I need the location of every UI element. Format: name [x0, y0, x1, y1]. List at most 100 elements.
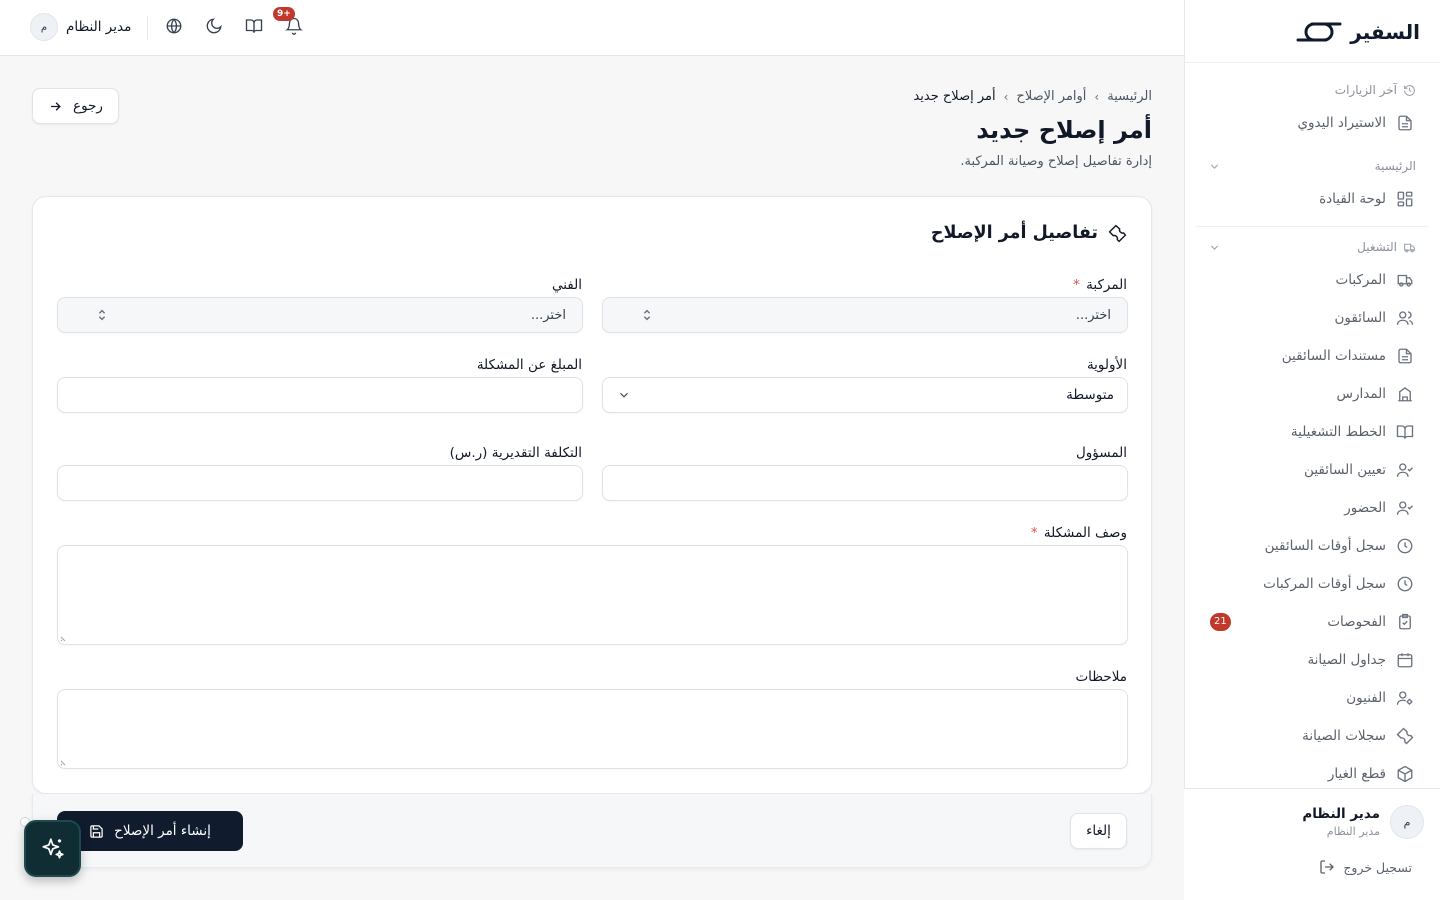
moon-icon[interactable]	[205, 17, 223, 35]
sidebar-item-schools[interactable]: المدارس	[1196, 375, 1428, 413]
recent-visits-label: آخر الزيارات	[1196, 76, 1428, 104]
clock-icon	[1397, 576, 1413, 592]
topbar-divider	[147, 16, 148, 40]
required-mark: *	[1073, 277, 1080, 293]
repair-order-form-card: تفاصيل أمر الإصلاح المركبة * اختر... الف…	[32, 196, 1152, 794]
inspections-count-badge: 21	[1210, 613, 1231, 631]
topbar-user-menu[interactable]: مدير النظام م	[30, 13, 131, 41]
sidebar-item-maintenance-records[interactable]: سجلات الصيانة	[1196, 717, 1428, 755]
vehicle-select[interactable]: اختر...	[602, 297, 1128, 333]
package-icon	[1397, 765, 1413, 783]
globe-icon[interactable]	[165, 17, 183, 35]
group-main-label[interactable]: الرئيسية	[1196, 152, 1428, 180]
calendar-icon	[1397, 653, 1413, 668]
chevron-down-icon	[1210, 163, 1219, 169]
vehicle-label: المركبة *	[1073, 277, 1127, 293]
sidebar-footer: م مدير النظام مدير النظام تسجيل خروج	[1184, 788, 1440, 900]
logout-button[interactable]: تسجيل خروج	[1319, 859, 1412, 875]
cancel-button[interactable]: إلغاء	[1070, 813, 1127, 849]
breadcrumb-repair-orders[interactable]: أوامر الإصلاح	[1016, 89, 1086, 104]
clipboard-check-icon	[1399, 613, 1411, 630]
users-icon	[1396, 311, 1414, 325]
chevron-down-icon	[620, 392, 628, 398]
truck-icon	[1397, 274, 1413, 287]
sidebar-item-attendance[interactable]: الحضور	[1196, 489, 1428, 527]
resize-handle-icon[interactable]	[60, 758, 68, 766]
topbar: مدير النظام م +9	[0, 0, 1184, 56]
building-icon	[1398, 387, 1412, 402]
sidebar-item-dashboard[interactable]: لوحة القيادة	[1196, 180, 1428, 218]
assignee-label: المسؤول	[1075, 445, 1127, 461]
estimated-cost-label: التكلفة التقديرية (ر.س)	[449, 445, 582, 461]
ai-assistant-button[interactable]	[24, 820, 81, 877]
sidebar-item-spare-parts[interactable]: قطع الغيار	[1196, 755, 1428, 788]
description-label: وصف المشكلة *	[1030, 525, 1127, 541]
chevron-left-icon: ›	[1094, 89, 1100, 104]
chevron-left-icon: ›	[1003, 89, 1009, 104]
form-section-title: تفاصيل أمر الإصلاح	[931, 223, 1127, 243]
sidebar-item-driver-time-log[interactable]: سجل أوقات السائقين	[1196, 527, 1428, 565]
user-check-icon	[1396, 463, 1413, 477]
user-cog-icon	[1396, 691, 1413, 705]
brand-mark-icon	[1296, 22, 1342, 42]
page-subtitle: إدارة تفاصيل إصلاح وصيانة المركبة.	[960, 154, 1152, 169]
layout-grid-icon	[1397, 191, 1413, 207]
sidebar-divider	[1184, 62, 1440, 63]
resize-handle-icon[interactable]	[60, 634, 68, 642]
brand-name: السفير	[1350, 20, 1420, 44]
technician-label: الفني	[551, 277, 582, 293]
notifications-badge: +9	[273, 7, 295, 21]
page-title: أمر إصلاح جديد	[976, 116, 1152, 144]
user-role: مدير النظام	[1326, 825, 1380, 838]
avatar: م	[30, 13, 58, 41]
sidebar-item-drivers[interactable]: السائقون	[1196, 299, 1428, 337]
avatar: م	[1390, 805, 1424, 839]
notes-label: ملاحظات	[1075, 669, 1127, 685]
log-out-icon	[1320, 860, 1335, 874]
required-mark: *	[1030, 525, 1038, 541]
sidebar-item-inspections[interactable]: الفحوصات 21	[1196, 603, 1428, 641]
topbar-user-name: مدير النظام	[66, 19, 132, 35]
clock-icon	[1397, 538, 1413, 554]
reporter-label: المبلغ عن المشكلة	[476, 357, 582, 373]
create-repair-order-button[interactable]: إنشاء أمر الإصلاح	[57, 811, 243, 851]
reporter-input[interactable]	[57, 377, 583, 413]
sidebar-user-profile[interactable]: م مدير النظام مدير النظام	[1302, 805, 1424, 839]
file-text-icon	[1398, 115, 1412, 131]
group-operations-label[interactable]: التشغيل	[1196, 233, 1428, 261]
arrow-right-icon	[51, 101, 61, 111]
sidebar-nav: آخر الزيارات الاستيراد اليدوي الرئيسية ل…	[1196, 76, 1428, 788]
technician-select[interactable]: اختر...	[57, 297, 583, 333]
sparkles-icon	[41, 837, 64, 859]
history-icon	[1404, 84, 1415, 96]
sidebar-item-vehicles[interactable]: المركبات	[1196, 261, 1428, 299]
wrench-icon	[1108, 224, 1127, 242]
sidebar-item-technicians[interactable]: الفنيون	[1196, 679, 1428, 717]
breadcrumb-home[interactable]: الرئيسية	[1107, 89, 1152, 104]
sidebar-item-manual-import[interactable]: الاستيراد اليدوي	[1196, 104, 1428, 142]
user-name: مدير النظام	[1302, 806, 1380, 822]
estimated-cost-input[interactable]	[57, 465, 583, 501]
sidebar-item-driver-documents[interactable]: مستندات السائقين	[1196, 337, 1428, 375]
breadcrumb: الرئيسية › أوامر الإصلاح › أمر إصلاح جدي…	[913, 89, 1152, 104]
wrench-icon	[1396, 727, 1414, 745]
book-open-icon	[1396, 425, 1414, 439]
sidebar: السفير آخر الزيارات الاستيراد اليدوي الر…	[1184, 0, 1440, 900]
brand-logo[interactable]: السفير	[1296, 14, 1420, 50]
sidebar-item-operational-plans[interactable]: الخطط التشغيلية	[1196, 413, 1428, 451]
description-textarea[interactable]	[57, 545, 1128, 645]
breadcrumb-current: أمر إصلاح جديد	[913, 89, 996, 104]
chevrons-up-down-icon	[643, 309, 651, 321]
back-button[interactable]: رجوع	[32, 88, 119, 124]
sidebar-item-vehicle-time-log[interactable]: سجل أوقات المركبات	[1196, 565, 1428, 603]
chevron-down-icon	[1210, 244, 1219, 250]
sidebar-item-maintenance-schedules[interactable]: جداول الصيانة	[1196, 641, 1428, 679]
notes-textarea[interactable]	[57, 689, 1128, 769]
book-open-icon[interactable]	[245, 17, 263, 35]
assignee-input[interactable]	[602, 465, 1128, 501]
save-icon	[90, 824, 103, 838]
sidebar-group-divider	[1196, 226, 1428, 227]
user-check-icon	[1396, 501, 1413, 515]
priority-select[interactable]: متوسطة	[602, 377, 1128, 413]
sidebar-item-driver-assignment[interactable]: تعيين السائقين	[1196, 451, 1428, 489]
